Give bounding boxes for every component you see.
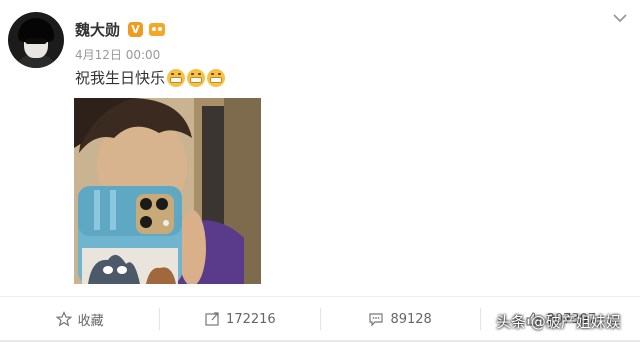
comment-count: 89128: [390, 311, 432, 327]
grin-emoji-icon: [187, 68, 206, 87]
repost-button[interactable]: 172216: [160, 297, 319, 341]
verified-badge-icon: V: [128, 21, 144, 37]
comment-button[interactable]: 89128: [321, 297, 480, 341]
favorite-button[interactable]: 收藏: [0, 297, 159, 341]
post-timestamp[interactable]: 4月12日 00:00: [75, 46, 160, 63]
post-photo[interactable]: [74, 98, 261, 284]
avatar[interactable]: [8, 12, 64, 68]
watermark: 头条 @破产姐妹娱: [496, 313, 621, 331]
weibo-post: 魏大勋 V 4月12日 00:00 祝我生日快乐 收藏 172216 89128…: [0, 0, 640, 342]
grin-emoji-icon: [167, 68, 186, 87]
member-crown-icon: [148, 21, 166, 37]
star-icon: [55, 311, 72, 327]
name-row: 魏大勋 V: [75, 18, 166, 40]
chevron-down-icon[interactable]: [610, 8, 630, 28]
repost-count: 172216: [226, 311, 276, 327]
grin-emoji-icon: [207, 68, 226, 87]
share-icon: [204, 311, 220, 327]
post-text-content: 祝我生日快乐: [75, 69, 166, 87]
username[interactable]: 魏大勋: [75, 19, 120, 40]
comment-icon: [368, 311, 384, 327]
post-text: 祝我生日快乐: [75, 67, 226, 88]
favorite-label: 收藏: [77, 313, 104, 329]
avatar-sunglasses: [25, 38, 47, 44]
